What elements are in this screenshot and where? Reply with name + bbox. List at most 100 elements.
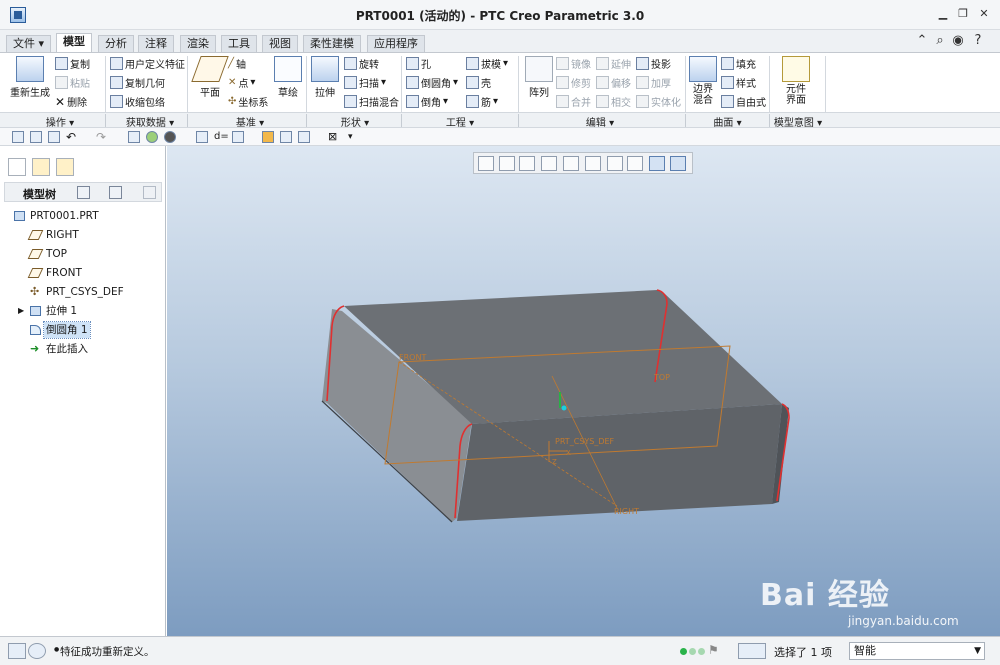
group-get-data[interactable]: 获取数据 ▾: [115, 114, 185, 129]
shell-button[interactable]: 壳: [466, 75, 491, 90]
swept-blend-button[interactable]: 扫描混合: [344, 94, 399, 109]
tree-item-front[interactable]: FRONT: [27, 265, 150, 281]
view-manager-icon[interactable]: [607, 156, 623, 171]
point-button[interactable]: ✕ 点 ▾: [228, 75, 255, 90]
selection-filter-select[interactable]: 智能 ▼: [849, 642, 985, 660]
regenerate-small-icon[interactable]: [128, 131, 140, 143]
restore-button[interactable]: ❐: [956, 8, 970, 20]
boundary-blend-button[interactable]: 边界混合: [688, 56, 718, 106]
appearance-gallery-icon[interactable]: [262, 131, 274, 143]
new-icon[interactable]: [12, 131, 24, 143]
expand-arrow-icon[interactable]: ▶: [18, 303, 24, 319]
find-icon[interactable]: [738, 643, 766, 659]
search-icon[interactable]: ⌕: [932, 34, 948, 48]
save-icon[interactable]: [48, 131, 60, 143]
windows-icon[interactable]: [298, 131, 310, 143]
style-button[interactable]: 样式: [721, 75, 756, 90]
tab-render[interactable]: 渲染: [180, 35, 216, 52]
solidify-button[interactable]: 实体化: [636, 94, 681, 109]
copy-geometry-button[interactable]: 复制几何: [110, 75, 165, 90]
tree-item-insert-here[interactable]: ➜ 在此插入: [30, 341, 150, 357]
trim-button[interactable]: 修剪: [556, 75, 591, 90]
tree-item-part[interactable]: PRT0001.PRT: [14, 208, 154, 224]
group-datum[interactable]: 基准 ▾: [215, 114, 285, 129]
zoom-out-icon[interactable]: [519, 156, 535, 171]
tab-model[interactable]: 模型: [56, 33, 92, 53]
tab-flexible-modeling[interactable]: 柔性建模: [303, 35, 361, 52]
hierarchy-icon[interactable]: [280, 131, 292, 143]
extrude-button[interactable]: 拉伸: [307, 56, 343, 99]
repaint-icon[interactable]: [541, 156, 557, 171]
flag-icon[interactable]: ⚑: [708, 643, 719, 657]
tree-item-right[interactable]: RIGHT: [27, 227, 150, 243]
measure-icon[interactable]: [232, 131, 244, 143]
pattern-button[interactable]: 阵列: [521, 56, 557, 99]
annotation-display-icon[interactable]: [670, 156, 686, 171]
close-window-icon[interactable]: ⊠: [328, 131, 340, 143]
chamfer-button[interactable]: 倒角 ▾: [406, 94, 448, 109]
sweep-button[interactable]: 扫描 ▾: [344, 75, 386, 90]
thicken-button[interactable]: 加厚: [636, 75, 671, 90]
show-navigator-icon[interactable]: [8, 643, 26, 659]
datum-display-icon[interactable]: [649, 156, 665, 171]
favorites-tab[interactable]: [56, 158, 74, 176]
model-graphics[interactable]: FRONT TOP RIGHT PRT_CSYS_DEF X Z: [167, 146, 1000, 636]
offset-button[interactable]: 偏移: [596, 75, 631, 90]
group-model-intent[interactable]: 模型意图 ▾: [770, 114, 826, 129]
group-surfaces[interactable]: 曲面 ▾: [690, 114, 765, 129]
tab-analysis[interactable]: 分析: [98, 35, 134, 52]
graphics-viewport[interactable]: FRONT TOP RIGHT PRT_CSYS_DEF X Z: [167, 146, 1000, 636]
csys-button[interactable]: ✣ 坐标系: [228, 94, 268, 109]
zoom-in-icon[interactable]: [499, 156, 515, 171]
display-style-icon[interactable]: [563, 156, 579, 171]
hole-button[interactable]: 孔: [406, 56, 431, 71]
model-tree-tab[interactable]: [8, 158, 26, 176]
customize-toolbar-icon[interactable]: ▾: [348, 131, 360, 143]
refit-icon[interactable]: [478, 156, 494, 171]
group-operations[interactable]: 操作 ▾: [30, 114, 90, 129]
show-icon[interactable]: [109, 186, 122, 199]
appearance-icon[interactable]: [164, 131, 176, 143]
saved-orientations-icon[interactable]: [585, 156, 601, 171]
settings-icon[interactable]: [77, 186, 90, 199]
merge-button[interactable]: 合并: [556, 94, 591, 109]
copy-button[interactable]: 复制: [55, 56, 90, 71]
tree-item-round[interactable]: 倒圆角 1: [30, 321, 150, 339]
shrinkwrap-button[interactable]: 收缩包络: [110, 94, 165, 109]
revolve-button[interactable]: 旋转: [344, 56, 379, 71]
draft-button[interactable]: 拔模 ▾: [466, 56, 508, 71]
mirror-button[interactable]: 镜像: [556, 56, 591, 71]
tree-item-extrude[interactable]: ▶ 拉伸 1: [18, 303, 148, 319]
undo-icon[interactable]: ↶: [66, 131, 78, 143]
regenerate-button[interactable]: 重新生成: [10, 56, 50, 99]
tree-item-csys[interactable]: ✣ PRT_CSYS_DEF: [30, 284, 160, 300]
display-icon[interactable]: [146, 131, 158, 143]
group-shapes[interactable]: 形状 ▾: [320, 114, 390, 129]
group-engineering[interactable]: 工程 ▾: [425, 114, 495, 129]
fill-button[interactable]: 填充: [721, 56, 756, 71]
tab-tools[interactable]: 工具: [221, 35, 257, 52]
tab-applications[interactable]: 应用程序: [367, 35, 425, 52]
freestyle-button[interactable]: 自由式: [721, 94, 766, 109]
tab-annotate[interactable]: 注释: [138, 35, 174, 52]
redo-icon[interactable]: ↷: [96, 131, 108, 143]
collapse-ribbon-icon[interactable]: ⌃: [914, 34, 930, 48]
help-icon[interactable]: ?: [970, 34, 986, 48]
component-interface-button[interactable]: 元件界面: [778, 56, 814, 106]
folder-browser-tab[interactable]: [32, 158, 50, 176]
perspective-icon[interactable]: [627, 156, 643, 171]
round-button[interactable]: 倒圆角 ▾: [406, 75, 458, 90]
close-button[interactable]: ✕: [977, 8, 991, 20]
intersect-button[interactable]: 相交: [596, 94, 631, 109]
delete-button[interactable]: ✕ 删除: [55, 94, 87, 110]
group-editing[interactable]: 编辑 ▾: [565, 114, 635, 129]
paste-button[interactable]: 粘贴: [55, 75, 90, 90]
udf-button[interactable]: 用户定义特征: [110, 56, 185, 71]
view-icon[interactable]: [196, 131, 208, 143]
community-icon[interactable]: ◉: [950, 34, 966, 48]
plane-button[interactable]: 平面: [191, 56, 229, 99]
open-icon[interactable]: [30, 131, 42, 143]
sketch-button[interactable]: 草绘: [270, 56, 306, 99]
rib-button[interactable]: 筋 ▾: [466, 94, 498, 109]
tab-file[interactable]: 文件 ▾: [6, 35, 52, 52]
